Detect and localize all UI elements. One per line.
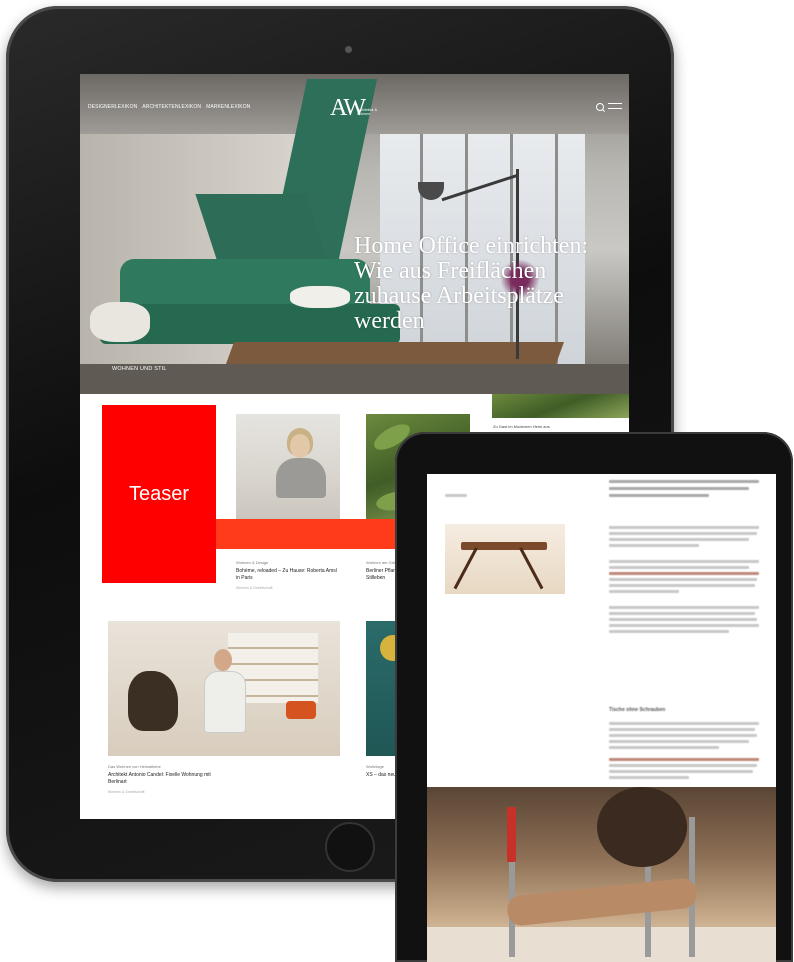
side-snippet[interactable]: Zu Gast im Modernen Heim aus xyxy=(493,424,550,429)
hero-pillow xyxy=(290,286,350,308)
text-line xyxy=(445,494,467,497)
card-title[interactable]: Bohème, reloaded – Zu Hause: Roberta Ams… xyxy=(236,568,340,581)
card-category[interactable]: Wohnen & Design xyxy=(236,560,268,565)
hero-category[interactable]: WOHNEN UND STIL xyxy=(112,366,167,372)
text-line xyxy=(609,480,759,483)
text-line xyxy=(609,526,759,529)
text-line xyxy=(609,494,709,497)
text-line xyxy=(609,544,699,547)
text-line xyxy=(609,532,757,535)
nav-item-designerlexikon[interactable]: DESIGNERLEXIKON xyxy=(88,104,137,110)
hero-image[interactable]: DESIGNERLEXIKON ARCHITEKTENLEXIKON MARKE… xyxy=(80,74,629,394)
card-category[interactable]: Wohnlage xyxy=(366,764,384,769)
menu-line xyxy=(608,103,622,105)
text-line xyxy=(609,612,755,615)
section-heading: Tische ohne Schrauben xyxy=(609,707,666,713)
image-detail xyxy=(128,671,178,731)
text-line xyxy=(609,722,759,725)
text-line xyxy=(609,487,749,490)
image-detail xyxy=(453,547,478,590)
article-image[interactable] xyxy=(108,621,340,756)
nav-item-markenlexikon[interactable]: MARKENLEXIKON xyxy=(206,104,250,110)
text-line xyxy=(609,624,759,627)
text-line xyxy=(609,728,755,731)
image-detail xyxy=(290,434,310,458)
article-image[interactable] xyxy=(445,524,565,594)
image-detail xyxy=(204,671,246,733)
text-line xyxy=(609,618,757,621)
phone-screen: Tische ohne Schrauben xyxy=(427,474,776,962)
card-meta: Wohnen & Gesellschaft xyxy=(108,790,145,794)
image-detail xyxy=(505,877,699,927)
text-line xyxy=(609,764,757,767)
text-line xyxy=(609,560,759,563)
text-line xyxy=(609,746,719,749)
text-line xyxy=(609,776,689,779)
text-line xyxy=(609,606,759,609)
image-detail xyxy=(597,787,687,867)
text-line xyxy=(609,740,749,743)
logo-subtitle: Architektur & Wohnen xyxy=(357,108,378,116)
image-detail xyxy=(427,927,776,962)
hero-fur xyxy=(90,302,150,342)
menu-line xyxy=(608,108,622,110)
image-detail xyxy=(286,701,316,719)
text-line xyxy=(609,584,755,587)
image-detail xyxy=(507,807,516,862)
card-title[interactable]: Architekt Antonio Candel: Fixelle Wohnun… xyxy=(108,772,228,785)
phone-device: Tische ohne Schrauben xyxy=(395,432,793,962)
camera-icon xyxy=(345,46,352,53)
hero-desk xyxy=(225,342,565,364)
home-button[interactable] xyxy=(325,822,375,872)
site-logo[interactable]: AW Architektur & Wohnen xyxy=(330,95,390,121)
text-line xyxy=(609,630,729,633)
top-nav: DESIGNERLEXIKON ARCHITEKTENLEXIKON MARKE… xyxy=(88,104,250,110)
hero-title[interactable]: Home Office einrichten: Wie aus Freifläc… xyxy=(354,234,624,334)
image-detail xyxy=(276,458,326,498)
text-line xyxy=(609,538,749,541)
card-meta: Wohnen & Gesellschaft xyxy=(236,586,273,590)
search-icon[interactable] xyxy=(596,103,604,111)
card-category[interactable]: Das Wohnen von Heimatliebe xyxy=(108,764,161,769)
text-line xyxy=(609,572,759,575)
text-line xyxy=(609,590,679,593)
article-image[interactable] xyxy=(492,394,629,418)
article-image[interactable] xyxy=(236,414,340,524)
image-detail xyxy=(214,649,232,671)
text-line xyxy=(609,758,759,761)
text-line xyxy=(609,566,749,569)
text-line xyxy=(609,770,753,773)
text-line xyxy=(609,578,757,581)
nav-item-architektenlexikon[interactable]: ARCHITEKTENLEXIKON xyxy=(142,104,201,110)
menu-icon[interactable] xyxy=(608,102,622,111)
image-detail xyxy=(519,547,544,590)
teaser-label: Teaser xyxy=(129,483,190,505)
teaser-label-box: Teaser xyxy=(102,405,216,583)
text-line xyxy=(609,734,757,737)
article-image[interactable] xyxy=(427,787,776,962)
